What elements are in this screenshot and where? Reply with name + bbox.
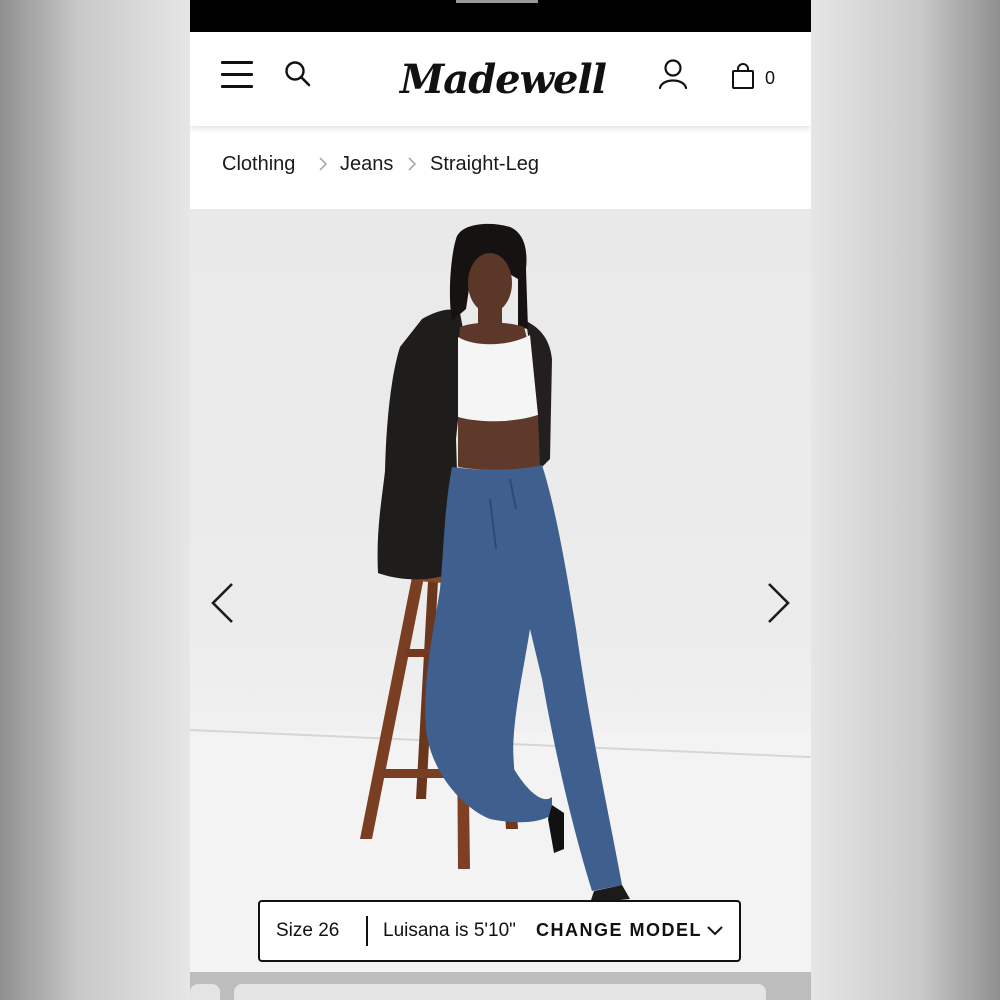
change-model-button[interactable]: CHANGE MODEL [536,920,702,941]
status-bar [190,0,811,32]
breadcrumb-clothing[interactable]: Clothing [222,153,295,176]
hamburger-menu-icon[interactable] [220,61,254,91]
site-header: Madewell 0 [190,32,811,126]
size-label: Size 26 [276,920,340,941]
product-photo [360,223,630,903]
model-info-bar: Size 26 Luisana is 5'10" CHANGE MODEL [258,900,741,962]
shoe [548,805,564,853]
search-icon[interactable] [284,60,312,88]
account-icon[interactable] [658,58,688,90]
bottom-tab[interactable] [190,984,220,1000]
brand-logo[interactable]: Madewell [400,50,607,110]
chevron-right-icon [408,157,417,171]
model-height: Luisana is 5'10" [383,920,516,941]
shopping-bag-icon[interactable] [731,62,755,90]
chevron-left-icon[interactable] [208,581,238,625]
face [468,253,512,313]
bottom-tab[interactable] [234,984,766,1000]
chevron-right-icon[interactable] [763,581,793,625]
product-image-gallery[interactable] [190,209,811,972]
blue-jeans [425,465,622,891]
breadcrumb-straight-leg[interactable]: Straight-Leg [430,153,539,176]
breadcrumb-jeans[interactable]: Jeans [340,153,393,176]
bag-count: 0 [765,68,776,88]
chevron-right-icon [319,157,328,171]
phone-screen: Madewell 0 Clothing Jeans Straight-Leg S… [190,0,811,1000]
breadcrumb: Clothing Jeans Straight-Leg [190,126,811,209]
white-crop-top [458,335,538,422]
status-indicator [456,0,538,3]
divider [366,916,368,946]
chevron-down-icon[interactable] [706,924,724,938]
